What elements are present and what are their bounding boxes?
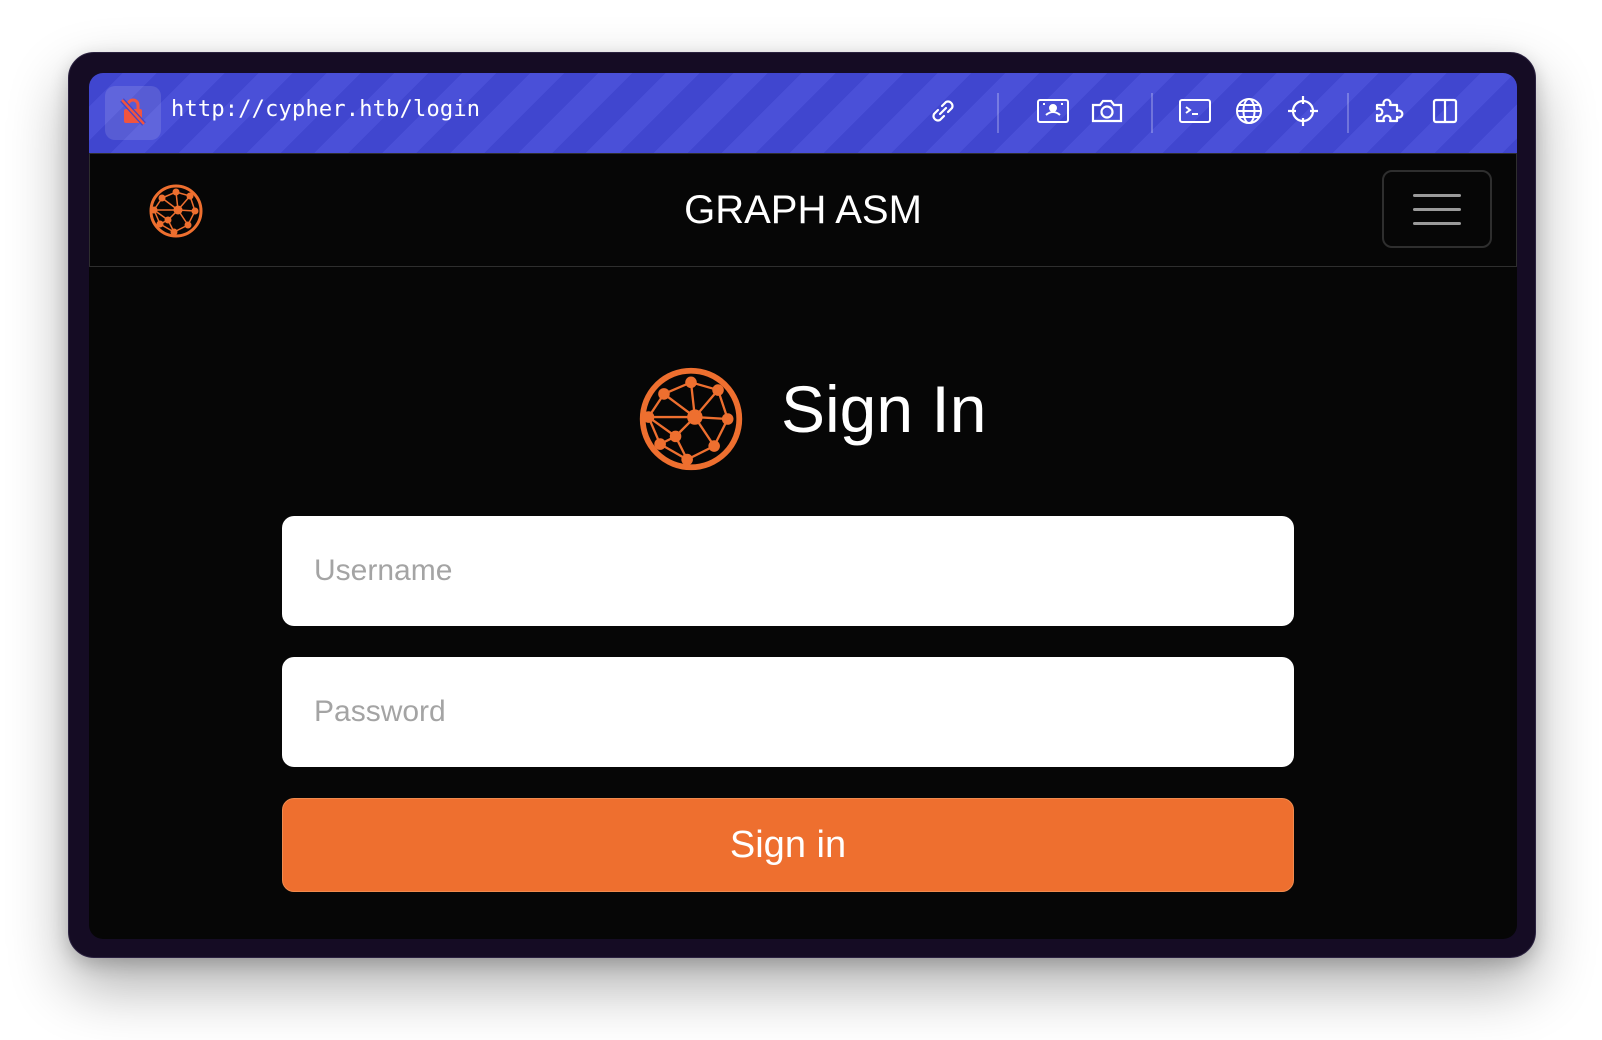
network-button[interactable]	[1229, 93, 1269, 133]
toolbar-separator	[1347, 93, 1349, 133]
extensions-button[interactable]	[1371, 93, 1411, 133]
site-navbar: GRAPH ASM	[89, 153, 1517, 267]
url-bar: http://cypher.htb/login	[89, 73, 1517, 153]
image-capture-icon	[1035, 95, 1071, 132]
sidebar-toggle-button[interactable]	[1425, 93, 1465, 133]
sign-in-button[interactable]: Sign in	[282, 798, 1294, 892]
target-button[interactable]	[1283, 93, 1323, 133]
graph-network-icon	[633, 363, 749, 475]
url-text[interactable]: http://cypher.htb/login	[171, 97, 480, 122]
browser-viewport: http://cypher.htb/login GRAPH ASM Sign I…	[89, 73, 1517, 939]
copy-link-button[interactable]	[923, 93, 963, 133]
sidebar-icon	[1429, 95, 1461, 132]
screenshot-button[interactable]	[1087, 93, 1127, 133]
capture-image-button[interactable]	[1033, 93, 1073, 133]
hamburger-icon	[1413, 221, 1461, 225]
browser-window: http://cypher.htb/login GRAPH ASM Sign I…	[68, 52, 1536, 958]
page-title: Sign In	[781, 372, 987, 446]
username-input[interactable]	[282, 516, 1294, 626]
crosshair-icon	[1286, 94, 1320, 133]
hamburger-icon	[1413, 193, 1461, 197]
globe-icon	[1233, 95, 1265, 132]
puzzle-icon	[1371, 95, 1411, 132]
not-secure-lock-icon	[118, 96, 148, 131]
camera-icon	[1089, 95, 1125, 132]
toolbar-separator	[1151, 93, 1153, 133]
terminal-button[interactable]	[1175, 93, 1215, 133]
link-icon	[927, 95, 959, 132]
hamburger-icon	[1413, 207, 1461, 211]
menu-toggle-button[interactable]	[1382, 170, 1492, 248]
password-input[interactable]	[282, 657, 1294, 767]
site-brand[interactable]: GRAPH ASM	[90, 188, 1516, 233]
toolbar-separator	[997, 93, 999, 133]
terminal-icon	[1177, 95, 1213, 132]
site-security-button[interactable]	[105, 86, 161, 140]
